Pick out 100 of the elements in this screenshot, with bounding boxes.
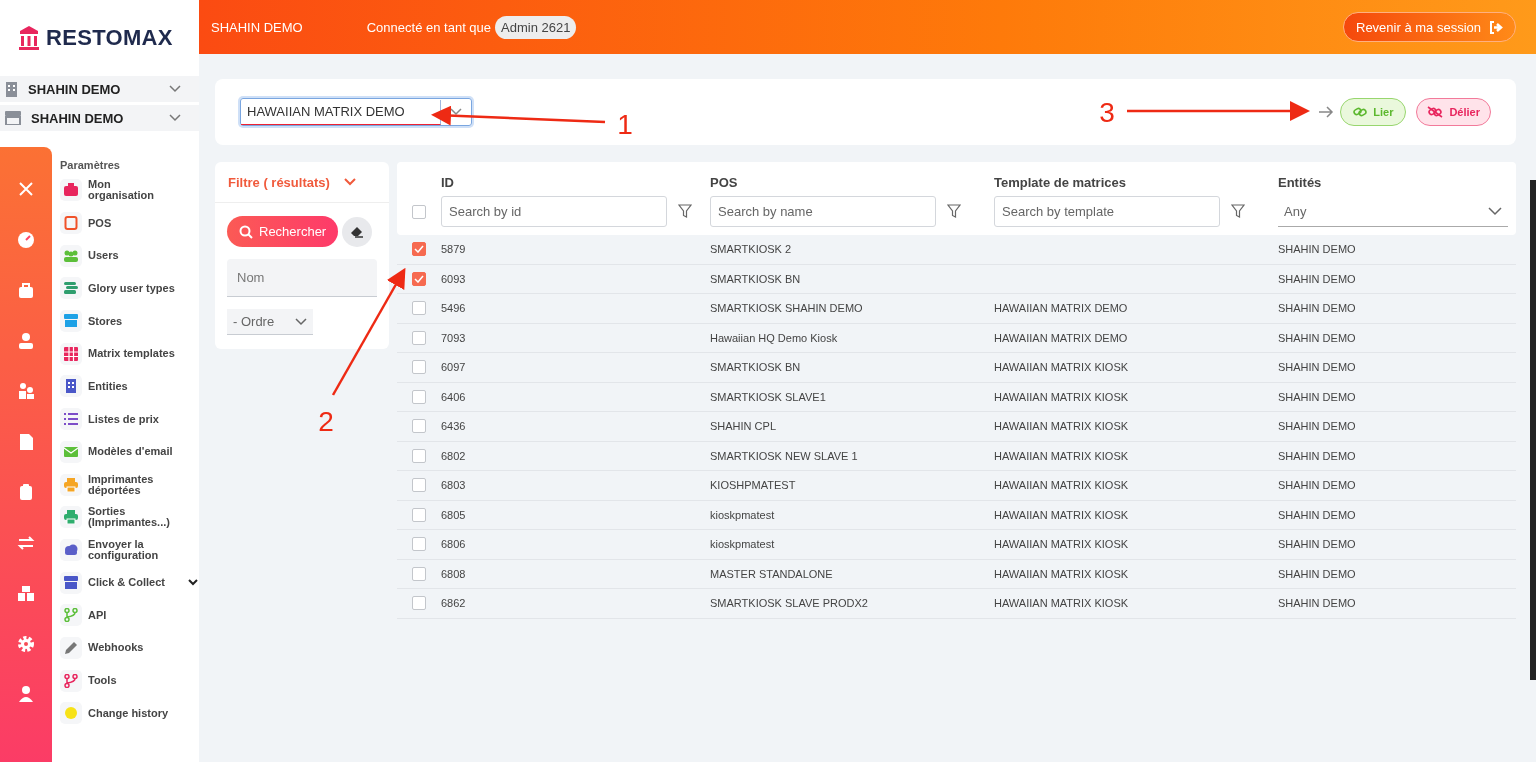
menu-item[interactable]: Mon organisation: [60, 174, 199, 207]
store-icon: [5, 111, 21, 125]
person-icon[interactable]: [17, 331, 35, 350]
table-cell: SMARTKIOSK SHAHIN DEMO: [710, 302, 863, 315]
unlink-button[interactable]: Délier: [1416, 98, 1491, 126]
menu-item[interactable]: Imprimantes déportées: [60, 468, 199, 501]
table-cell: 6406: [441, 390, 466, 403]
bag-icon[interactable]: [17, 281, 35, 299]
table-cell: SHAHIN DEMO: [1278, 272, 1356, 285]
menu-item[interactable]: Entities: [60, 370, 199, 403]
table-cell: SHAHIN DEMO: [1278, 390, 1356, 403]
eraser-icon: [350, 225, 365, 238]
row-checkbox[interactable]: [412, 448, 426, 463]
menu-item[interactable]: Modèles d'email: [60, 435, 199, 469]
table-cell: HAWAIIAN MATRIX DEMO: [994, 331, 1128, 344]
swap-icon[interactable]: [17, 533, 35, 552]
menu-item[interactable]: Stores: [60, 304, 199, 338]
chevron-down-icon: [169, 85, 181, 93]
organization-selector[interactable]: SHAHIN DEMO: [0, 105, 199, 131]
menu-item[interactable]: Envoyer la configuration: [60, 533, 199, 567]
building-icon: [5, 81, 18, 97]
table-cell: 6802: [441, 449, 466, 462]
row-checkbox[interactable]: [412, 360, 426, 375]
chevron-down-icon: [169, 114, 181, 122]
user-icon[interactable]: [17, 685, 35, 703]
settings-icon[interactable]: [17, 634, 35, 653]
table-cell: HAWAIIAN MATRIX DEMO: [994, 302, 1128, 315]
menu-item[interactable]: Webhooks: [60, 631, 199, 665]
clipboard-icon[interactable]: [17, 483, 35, 501]
table-cell: HAWAIIAN MATRIX KIOSK: [994, 567, 1129, 580]
menu-item[interactable]: Change history: [60, 697, 199, 730]
logout-icon: [1489, 20, 1503, 34]
table-cell: kioskpmatest: [710, 508, 775, 521]
table-cell: HAWAIIAN MATRIX KIOSK: [994, 420, 1129, 433]
template-select[interactable]: HAWAIIAN MATRIX DEMO: [240, 98, 472, 126]
menu-item[interactable]: Tools: [60, 664, 199, 697]
brand-name: RESTOMAX: [46, 25, 173, 51]
menu-item[interactable]: Users: [60, 239, 199, 273]
eraser-button[interactable]: [342, 216, 373, 247]
menu-section-title: Paramètres: [60, 159, 121, 171]
boxes-icon[interactable]: [17, 584, 35, 602]
table-cell: SHAHIN DEMO: [1278, 597, 1356, 610]
row-checkbox[interactable]: [412, 596, 426, 611]
table-cell: 6436: [441, 420, 466, 433]
table-cell: SMARTKIOSK SLAVE PRODX2: [710, 597, 868, 610]
table-cell: 6097: [441, 361, 466, 374]
row-checkbox[interactable]: [412, 419, 426, 434]
table-cell: HAWAIIAN MATRIX KIOSK: [994, 449, 1129, 462]
table-cell: HAWAIIAN MATRIX KIOSK: [994, 538, 1129, 551]
row-checkbox[interactable]: [412, 389, 426, 404]
table-cell: HAWAIIAN MATRIX KIOSK: [994, 479, 1129, 492]
people-icon[interactable]: [17, 382, 35, 400]
order-select[interactable]: - Ordre: [227, 309, 313, 335]
table-cell: SHAHIN DEMO: [1278, 420, 1356, 433]
temple-logo-icon: [18, 26, 40, 50]
organization-name: SHAHIN DEMO: [211, 19, 303, 35]
menu-item[interactable]: Sorties (Imprimantes...): [60, 500, 199, 534]
menu-item[interactable]: Click & Collect: [60, 566, 199, 599]
user-badge: Admin 2621: [495, 15, 577, 39]
annotation-number: 2: [318, 406, 334, 437]
annotation-number: 1: [617, 109, 633, 140]
menu-item[interactable]: API: [60, 598, 199, 632]
name-field[interactable]: Nom: [227, 259, 377, 297]
table-cell: 6093: [441, 272, 466, 285]
link-icon: [1353, 106, 1368, 118]
select-all-checkbox[interactable]: [412, 204, 426, 219]
close-icon[interactable]: [17, 180, 35, 198]
menu-item[interactable]: Glory user types: [60, 272, 199, 305]
column-search-field[interactable]: Search by id: [441, 196, 667, 227]
menu-item[interactable]: Matrix templates: [60, 337, 199, 371]
row-checkbox[interactable]: [412, 271, 426, 286]
table-cell: SMARTKIOSK 2: [710, 243, 792, 256]
filter-icon[interactable]: [947, 204, 961, 219]
column-search-field[interactable]: Search by name: [710, 196, 936, 227]
row-checkbox[interactable]: [412, 537, 426, 552]
document-icon[interactable]: [17, 432, 35, 451]
arrow-right-icon: [1318, 106, 1335, 118]
row-checkbox[interactable]: [412, 507, 426, 522]
entity-select[interactable]: Any: [1278, 196, 1508, 227]
column-header: Template de matrices: [994, 174, 1127, 190]
table-cell: SMARTKIOSK NEW SLAVE 1: [710, 449, 858, 462]
row-checkbox[interactable]: [412, 330, 426, 345]
table-cell: HAWAIIAN MATRIX KIOSK: [994, 361, 1129, 374]
filter-icon[interactable]: [678, 204, 692, 219]
menu-item[interactable]: Listes de prix: [60, 402, 199, 436]
column-search-field[interactable]: Search by template: [994, 196, 1220, 227]
filter-icon[interactable]: [1231, 204, 1245, 219]
organization-selector[interactable]: SHAHIN DEMO: [0, 76, 199, 102]
row-checkbox[interactable]: [412, 478, 426, 493]
table-cell: 5496: [441, 302, 466, 315]
table-cell: SMARTKIOSK BN: [710, 361, 801, 374]
row-checkbox[interactable]: [412, 301, 426, 316]
menu-item[interactable]: POS: [60, 206, 199, 240]
row-checkbox[interactable]: [412, 566, 426, 581]
table-cell: HAWAIIAN MATRIX KIOSK: [994, 597, 1129, 610]
broken-link-icon: [1427, 106, 1444, 118]
gauge-icon[interactable]: [17, 230, 35, 249]
column-header: ID: [441, 174, 455, 190]
row-checkbox[interactable]: [412, 242, 426, 257]
table-cell: MASTER STANDALONE: [710, 567, 833, 580]
